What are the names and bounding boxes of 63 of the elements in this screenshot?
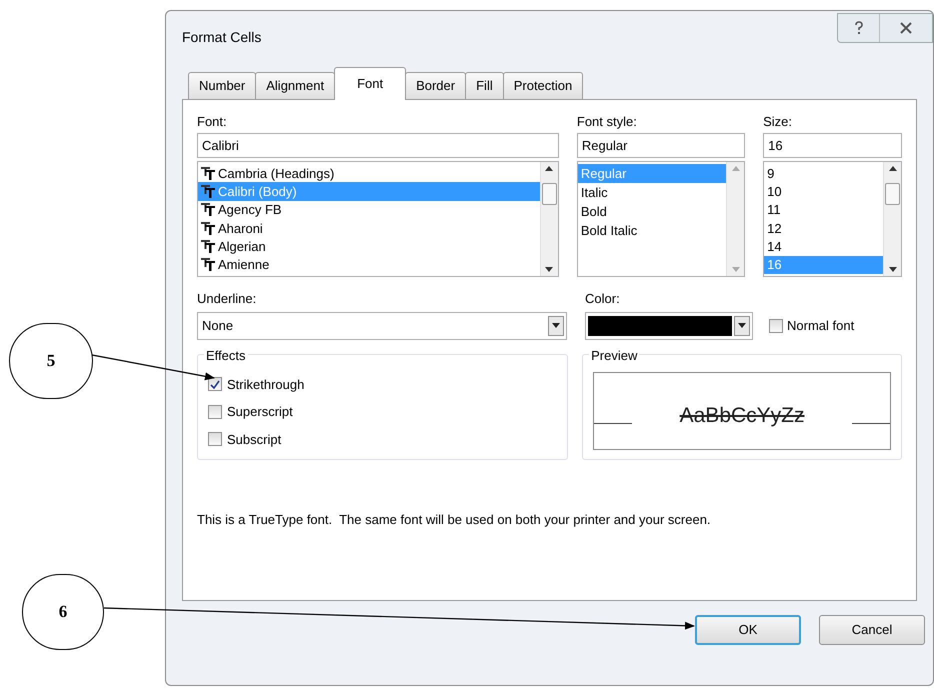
dialog-button[interactable]: Cancel: [819, 615, 925, 645]
checkbox-label: Normal font: [787, 316, 854, 335]
list-item[interactable]: 12: [764, 218, 884, 238]
tab[interactable]: Protection: [502, 72, 584, 99]
truetype-icon: [201, 258, 215, 272]
field-label: Font style:: [576, 114, 638, 130]
list-item[interactable]: Amienne: [198, 256, 540, 274]
truetype-icon: [201, 184, 215, 198]
scroll-up-icon[interactable]: [545, 166, 554, 171]
text-field[interactable]: Regular: [576, 133, 746, 158]
caret-icon: [738, 323, 746, 328]
text-field[interactable]: Calibri: [197, 133, 559, 158]
checkbox-label: Strikethrough: [227, 376, 304, 394]
truetype-icon: [201, 222, 215, 235]
tab[interactable]: Fill: [465, 72, 504, 99]
caret-icon: [552, 323, 560, 328]
dropdown-button[interactable]: [548, 316, 564, 336]
list-item[interactable]: Cambria (Headings): [198, 164, 540, 182]
checkbox[interactable]: [769, 318, 783, 332]
tab[interactable]: Font: [334, 67, 406, 100]
scroll-thumb[interactable]: [542, 183, 557, 205]
checkbox[interactable]: [208, 377, 222, 392]
list-item[interactable]: 14: [764, 237, 884, 256]
field-label: Font:: [197, 114, 228, 130]
dropdown-button[interactable]: [734, 316, 750, 336]
tab[interactable]: Border: [405, 72, 466, 99]
list-item[interactable]: 10: [764, 182, 884, 201]
list-item[interactable]: Bold Italic: [578, 221, 726, 240]
help-icon: [854, 21, 864, 35]
list-item[interactable]: Algerian: [198, 237, 540, 256]
truetype-icon: [201, 203, 215, 216]
list-item[interactable]: Aharoni: [198, 218, 540, 238]
checkbox-label: Superscript: [227, 403, 293, 421]
field-label: Size:: [763, 114, 794, 130]
field-label: Underline:: [197, 290, 258, 308]
text-field[interactable]: 16: [763, 133, 902, 158]
list-item[interactable]: Bold: [578, 202, 726, 221]
scroll-up-icon[interactable]: [888, 166, 897, 171]
tab[interactable]: Number: [188, 72, 256, 99]
field-label: Color:: [585, 290, 621, 308]
window-title: Format Cells: [182, 28, 262, 47]
list-item[interactable]: 11: [764, 200, 884, 219]
dialog-button[interactable]: OK: [695, 615, 801, 645]
scrollbar[interactable]: [540, 162, 558, 276]
checkbox-label: Subscript: [227, 430, 282, 449]
list-item[interactable]: Agency FB: [198, 200, 540, 219]
checkbox[interactable]: [208, 404, 222, 419]
list-item[interactable]: Italic: [578, 183, 726, 202]
checkbox[interactable]: [208, 432, 222, 446]
list-item[interactable]: 9: [764, 164, 884, 182]
truetype-icon: [201, 240, 215, 253]
info-text: This is a TrueType font. The same font will be used on both your printer and your screen.: [197, 510, 712, 529]
scroll-down-icon[interactable]: [545, 267, 554, 272]
scrollbar[interactable]: [883, 162, 902, 276]
scroll-thumb[interactable]: [885, 183, 900, 205]
check-icon: [210, 380, 220, 389]
preview-text: AaBbCcYyZz: [680, 402, 804, 429]
scroll-down-icon[interactable]: [888, 267, 897, 272]
truetype-icon: [201, 166, 215, 180]
close-icon: [900, 22, 912, 34]
tab[interactable]: Alignment: [255, 72, 336, 99]
color-select[interactable]: [585, 312, 753, 340]
underline-select[interactable]: None: [197, 312, 567, 340]
